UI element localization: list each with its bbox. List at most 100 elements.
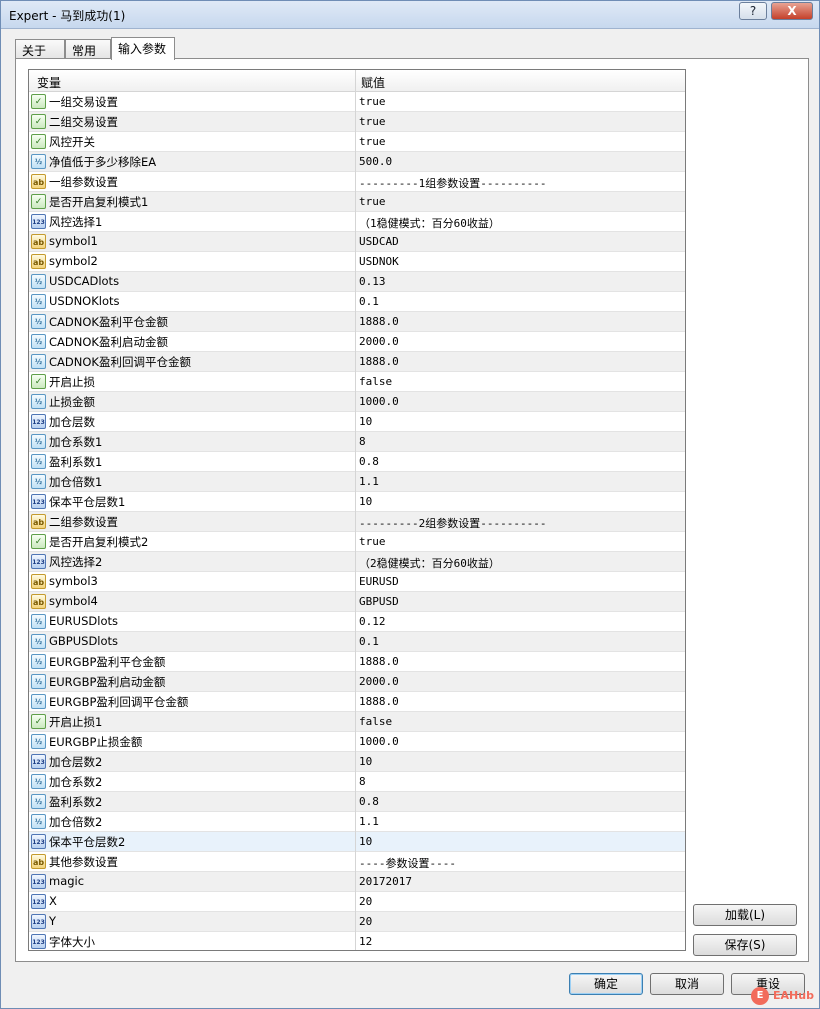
parameter-row[interactable]: ✓ 二组交易设置 true [29,112,685,132]
parameter-value[interactable]: 12 [359,935,372,948]
parameter-row[interactable]: ab symbol4 GBPUSD [29,592,685,612]
parameter-value[interactable]: EURUSD [359,575,399,588]
parameter-row[interactable]: ✓ 开启止损1 false [29,712,685,732]
parameter-value[interactable]: true [359,95,386,108]
parameter-row[interactable]: ½ CADNOK盈利平仓金额 1888.0 [29,312,685,332]
parameter-row[interactable]: ½ 加仓系数2 8 [29,772,685,792]
parameter-row[interactable]: ✓ 一组交易设置 true [29,92,685,112]
parameter-value[interactable]: （1稳健模式：百分60收益） [359,215,500,231]
tab-common[interactable]: 常用 [65,39,111,59]
parameter-row[interactable]: ab 二组参数设置 ---------2组参数设置---------- [29,512,685,532]
parameter-value[interactable]: 1.1 [359,815,379,828]
parameter-row[interactable]: ½ GBPUSDlots 0.1 [29,632,685,652]
parameter-row[interactable]: 123 字体大小 12 [29,932,685,950]
parameter-value[interactable]: （2稳健模式：百分60收益） [359,555,500,571]
parameter-value[interactable]: 1888.0 [359,315,399,328]
parameter-row[interactable]: ½ 净值低于多少移除EA 500.0 [29,152,685,172]
parameter-value[interactable]: 20 [359,895,372,908]
parameter-value[interactable]: GBPUSD [359,595,399,608]
parameter-value[interactable]: true [359,535,386,548]
parameter-value[interactable]: 0.1 [359,635,379,648]
parameter-value[interactable]: ---------2组参数设置---------- [359,515,546,531]
column-header-value[interactable]: 赋值 [361,74,385,91]
parameter-row[interactable]: 123 保本平仓层数1 10 [29,492,685,512]
parameter-row[interactable]: 123 风控选择1 （1稳健模式：百分60收益） [29,212,685,232]
parameter-value[interactable]: 0.12 [359,615,386,628]
parameter-value[interactable]: 10 [359,835,372,848]
parameter-row[interactable]: 123 加仓层数 10 [29,412,685,432]
parameter-row[interactable]: ab symbol1 USDCAD [29,232,685,252]
parameter-row[interactable]: ab 其他参数设置 ----参数设置---- [29,852,685,872]
parameter-value[interactable]: 1.1 [359,475,379,488]
parameter-row[interactable]: 123 风控选择2 （2稳健模式：百分60收益） [29,552,685,572]
parameter-value[interactable]: 8 [359,435,366,448]
parameter-row[interactable]: ½ EURGBP盈利启动金额 2000.0 [29,672,685,692]
parameter-value[interactable]: false [359,715,392,728]
parameter-row[interactable]: ½ EURGBP止损金额 1000.0 [29,732,685,752]
parameter-value[interactable]: 0.8 [359,455,379,468]
parameter-row[interactable]: ½ 止损金额 1000.0 [29,392,685,412]
double-type-icon: ½ [31,814,46,829]
parameter-value[interactable]: true [359,115,386,128]
parameter-value[interactable]: 0.13 [359,275,386,288]
tab-inputs[interactable]: 输入参数 [111,37,175,60]
parameter-row[interactable]: ½ EURUSDlots 0.12 [29,612,685,632]
save-button[interactable]: 保存(S) [693,934,797,956]
parameter-row[interactable]: 123 X 20 [29,892,685,912]
parameter-value[interactable]: 2000.0 [359,335,399,348]
parameter-row[interactable]: ab symbol2 USDNOK [29,252,685,272]
parameter-row[interactable]: ½ 加仓系数1 8 [29,432,685,452]
parameter-value[interactable]: 10 [359,415,372,428]
parameter-value[interactable]: ----参数设置---- [359,855,456,871]
parameter-row[interactable]: ✓ 是否开启复利模式2 true [29,532,685,552]
parameter-value[interactable]: 1000.0 [359,395,399,408]
tab-about[interactable]: 关于 [15,39,65,59]
parameter-row[interactable]: ab symbol3 EURUSD [29,572,685,592]
parameter-row[interactable]: ½ EURGBP盈利回调平仓金额 1888.0 [29,692,685,712]
parameter-value[interactable]: 10 [359,755,372,768]
parameter-row[interactable]: ½ 加仓倍数2 1.1 [29,812,685,832]
parameter-row[interactable]: ½ 加仓倍数1 1.1 [29,472,685,492]
parameter-value[interactable]: 0.8 [359,795,379,808]
parameter-row[interactable]: ½ EURGBP盈利平仓金额 1888.0 [29,652,685,672]
parameter-value[interactable]: 0.1 [359,295,379,308]
parameter-value[interactable]: 1888.0 [359,355,399,368]
parameter-value[interactable]: 1000.0 [359,735,399,748]
parameter-value[interactable]: 8 [359,775,366,788]
parameter-row[interactable]: 123 magic 20172017 [29,872,685,892]
cancel-button[interactable]: 取消 [650,973,724,995]
parameter-row[interactable]: 123 保本平仓层数2 10 [29,832,685,852]
parameter-value[interactable]: 1888.0 [359,695,399,708]
parameter-row[interactable]: ✓ 开启止损 false [29,372,685,392]
parameter-value[interactable]: 20172017 [359,875,412,888]
parameter-value[interactable]: true [359,135,386,148]
close-button[interactable]: X [771,2,813,20]
parameter-row[interactable]: ✓ 是否开启复利模式1 true [29,192,685,212]
parameter-value[interactable]: 10 [359,495,372,508]
load-button[interactable]: 加载(L) [693,904,797,926]
parameter-value[interactable]: USDNOK [359,255,399,268]
column-header-variable[interactable]: 变量 [37,74,61,91]
parameter-value[interactable]: true [359,195,386,208]
parameter-row[interactable]: ab 一组参数设置 ---------1组参数设置---------- [29,172,685,192]
parameter-row[interactable]: ½ 盈利系数2 0.8 [29,792,685,812]
parameter-row[interactable]: ½ USDCADlots 0.13 [29,272,685,292]
parameter-value[interactable]: USDCAD [359,235,399,248]
parameter-row[interactable]: ½ 盈利系数1 0.8 [29,452,685,472]
parameter-row[interactable]: ✓ 风控开关 true [29,132,685,152]
parameter-row[interactable]: 123 加仓层数2 10 [29,752,685,772]
parameter-value[interactable]: false [359,375,392,388]
help-button[interactable]: ? [739,2,767,20]
parameter-row[interactable]: ½ CADNOK盈利回调平仓金额 1888.0 [29,352,685,372]
parameter-row[interactable]: ½ CADNOK盈利启动金额 2000.0 [29,332,685,352]
parameter-value[interactable]: ---------1组参数设置---------- [359,175,546,191]
parameter-value[interactable]: 500.0 [359,155,392,168]
column-divider[interactable] [355,70,356,92]
parameter-value[interactable]: 2000.0 [359,675,399,688]
title-bar[interactable]: Expert - 马到成功(1) ? X [1,1,819,29]
parameter-value[interactable]: 20 [359,915,372,928]
parameter-value[interactable]: 1888.0 [359,655,399,668]
parameter-row[interactable]: ½ USDNOKlots 0.1 [29,292,685,312]
ok-button[interactable]: 确定 [569,973,643,995]
parameter-row[interactable]: 123 Y 20 [29,912,685,932]
